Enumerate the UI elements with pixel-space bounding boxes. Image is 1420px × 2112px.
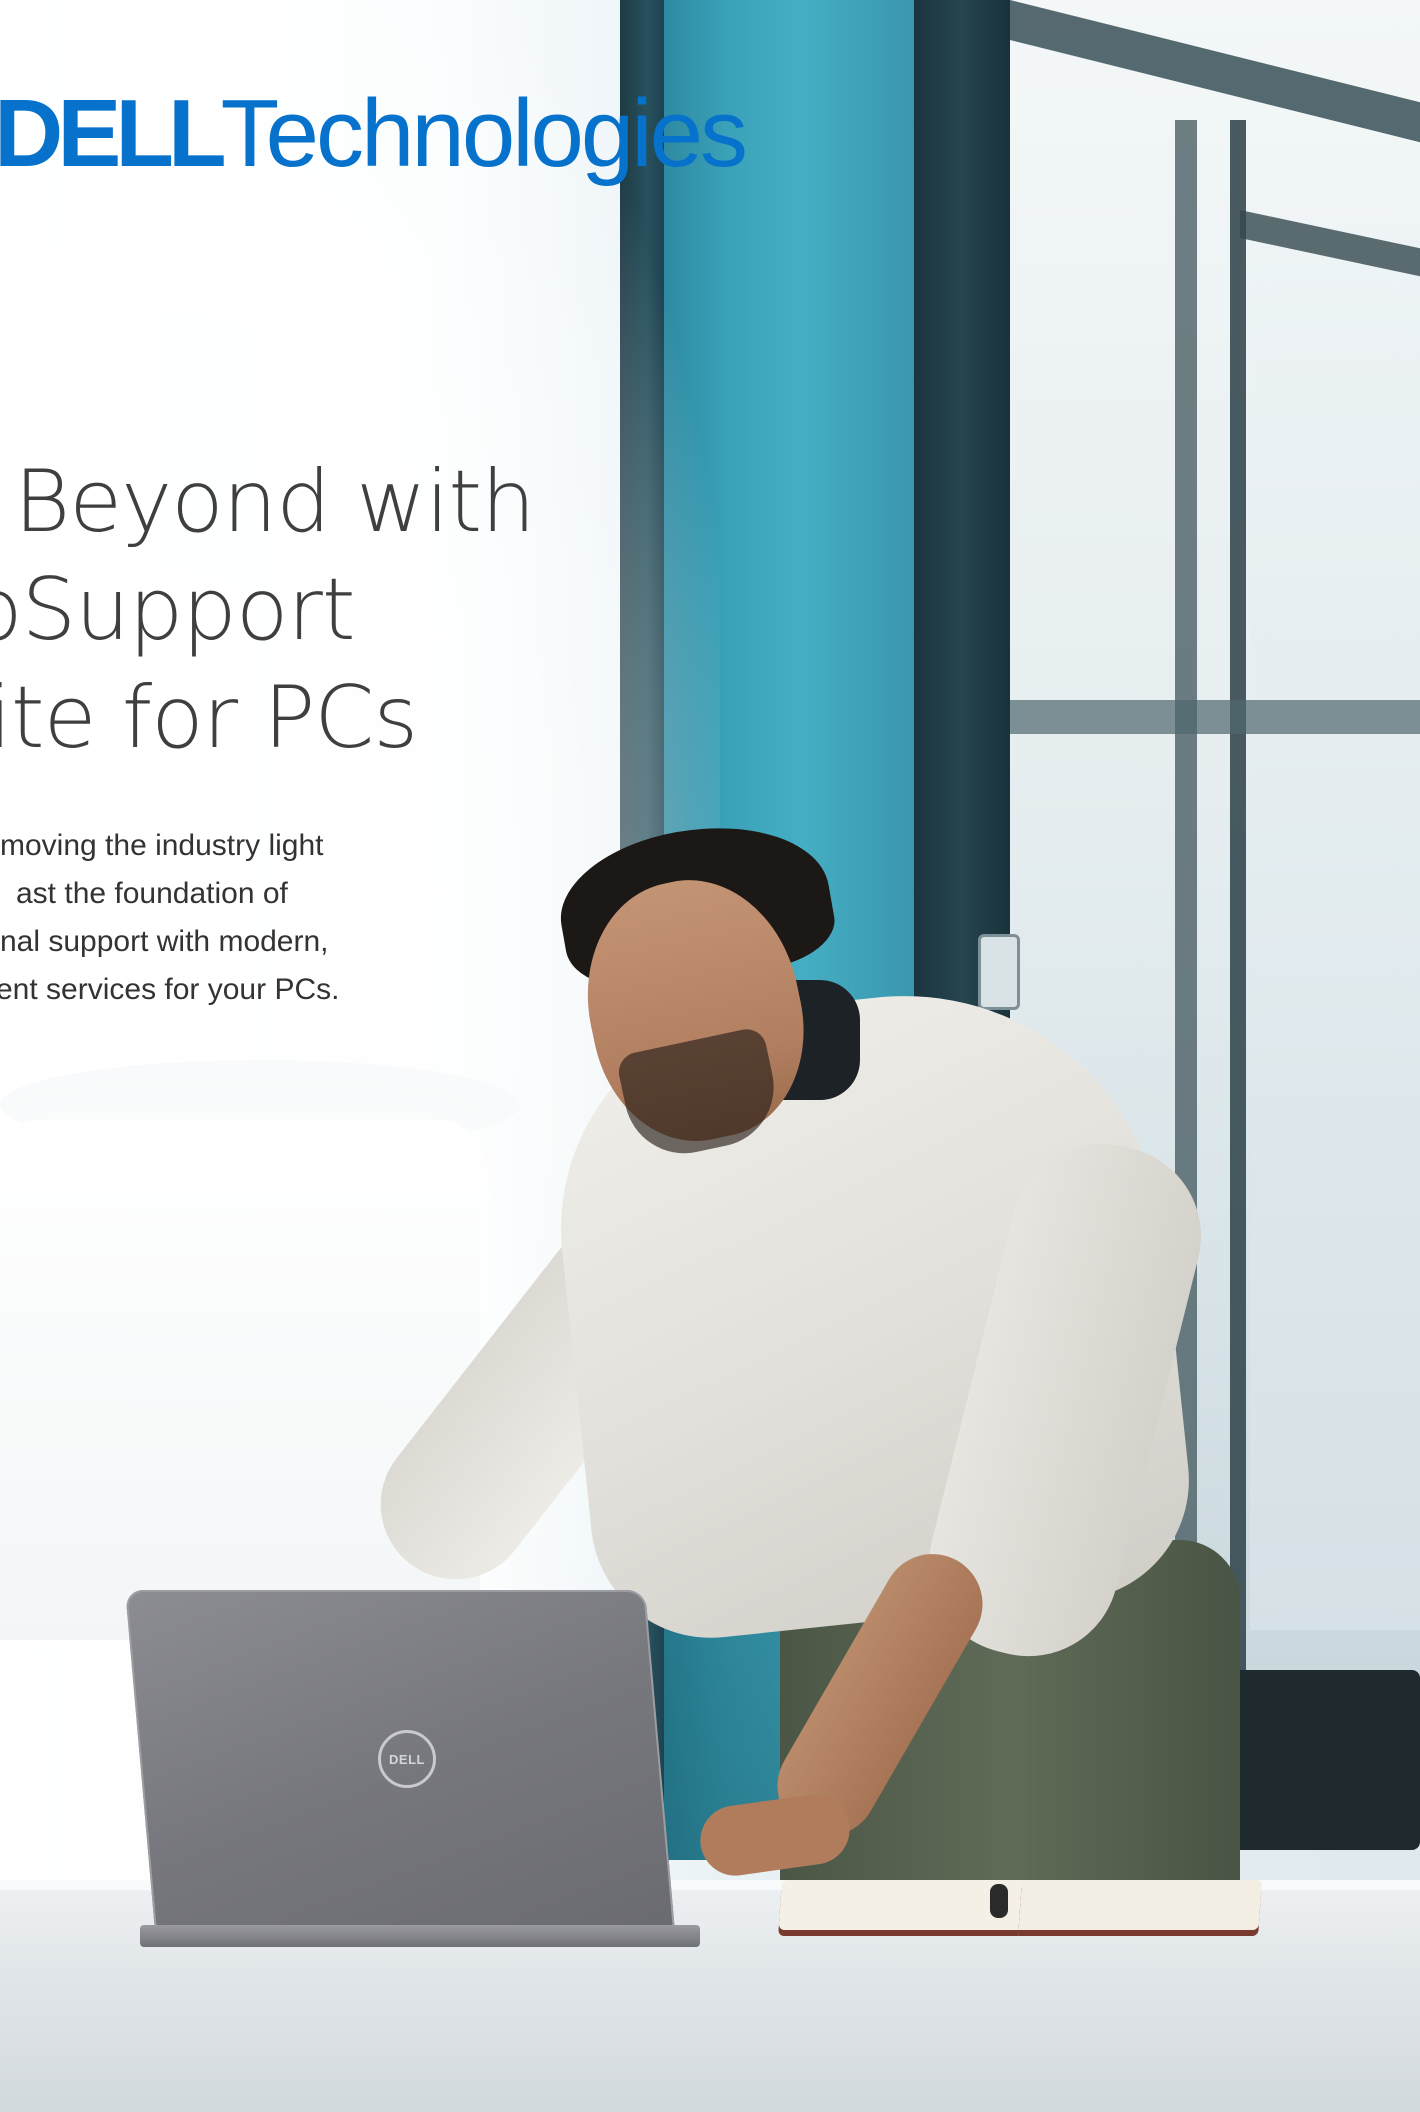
logo-suffix: Technologies bbox=[220, 80, 748, 187]
notebook-left-page bbox=[778, 1880, 1023, 1930]
title-line: Beyond with bbox=[14, 452, 536, 552]
pen bbox=[990, 1884, 1008, 1918]
laptop: DELL bbox=[125, 1590, 700, 1950]
hero-photo: DELL bbox=[0, 0, 1420, 2112]
laptop-base bbox=[140, 1925, 700, 1947]
intro-line: ent services for your PCs. bbox=[0, 973, 340, 1006]
window-transom bbox=[1010, 700, 1420, 734]
title-line: ite for PCs bbox=[0, 668, 418, 768]
page-title: Beyond with oSupport ite for PCs bbox=[0, 448, 620, 772]
intro-line: nal support with modern, bbox=[0, 925, 329, 958]
open-notebook bbox=[778, 1880, 1263, 1938]
intro-line: ast the foundation of bbox=[16, 877, 288, 910]
dell-technologies-logo: DELLTechnologies bbox=[0, 86, 748, 182]
title-line: oSupport bbox=[0, 560, 356, 660]
intro-line: moving the industry light bbox=[0, 829, 324, 862]
intro-paragraph: moving the industry light ast the founda… bbox=[0, 822, 470, 1014]
notebook-right-page bbox=[1018, 1880, 1263, 1930]
logo-brand: DELL bbox=[0, 80, 227, 187]
laptop-dell-logo-icon: DELL bbox=[378, 1730, 436, 1788]
